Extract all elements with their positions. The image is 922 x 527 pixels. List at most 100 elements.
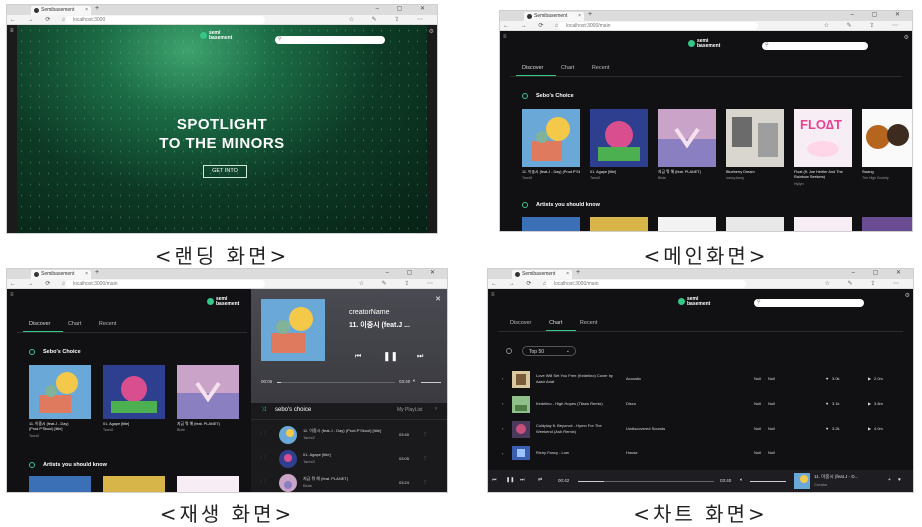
tab-actions[interactable] [9, 7, 27, 20]
chevron-right-icon[interactable]: › [502, 451, 503, 456]
tab-actions[interactable] [9, 271, 27, 284]
url-field[interactable]: localhost:3000/main [558, 22, 758, 30]
browser-toolbar-icons[interactable]: ☆ ✎ ⇪ ⋯ [824, 22, 906, 29]
new-tab-button[interactable]: + [95, 5, 99, 12]
tab-actions[interactable] [490, 271, 508, 284]
chevron-right-icon[interactable]: › [502, 426, 503, 431]
chart-row[interactable]: › Kedelino - High Hopes (Tilaus Remix) D… [500, 396, 903, 414]
nav-buttons[interactable]: ← → ⟳ ⌂ [491, 280, 552, 287]
menu-icon[interactable]: ≡ [10, 28, 14, 34]
close-tab-icon[interactable]: × [578, 13, 581, 19]
chevron-right-icon[interactable]: › [502, 376, 503, 381]
artist-thumb[interactable] [794, 217, 852, 231]
settings-icon[interactable]: ⚙ [904, 34, 909, 41]
get-into-button[interactable]: GET INTO [203, 165, 247, 178]
settings-icon[interactable]: ⚙ [429, 28, 434, 35]
drag-handle-icon[interactable]: ⋮⋮ [259, 454, 267, 459]
add-icon[interactable]: + [888, 477, 891, 483]
tab-discover[interactable]: Discover [522, 65, 543, 71]
shuffle-icon[interactable]: ⤨ [261, 407, 266, 414]
browser-toolbar-icons[interactable]: ☆ ✎ ⇪ ⋯ [349, 16, 431, 23]
playlist-item[interactable]: ⋮⋮ 01. Agape [title] Tanni2 03:05 ⋮ [251, 448, 447, 470]
search-input[interactable]: ⚲ [762, 42, 868, 50]
browser-tab[interactable]: Semibasement × [31, 270, 91, 279]
drag-handle-icon[interactable]: ⋮⋮ [259, 478, 267, 483]
next-icon[interactable]: ⏭ [520, 477, 525, 483]
heart-icon[interactable]: ♥ [898, 477, 901, 483]
close-tab-icon[interactable]: × [566, 271, 569, 277]
volume-icon[interactable]: 🔈︎ [413, 378, 416, 384]
url-field[interactable]: localhost:3000/main [65, 280, 265, 288]
app-logo[interactable]: semi basement [209, 31, 232, 41]
search-input[interactable]: ⚲ [275, 36, 385, 44]
close-tab-icon[interactable]: × [85, 271, 88, 277]
browser-tab[interactable]: Semibasement × [512, 270, 572, 279]
artist-thumb[interactable] [103, 476, 165, 492]
tab-recent[interactable]: Recent [580, 320, 597, 326]
pause-icon[interactable]: ❚❚ [506, 477, 514, 483]
nav-buttons[interactable]: ← → ⟳ ⌂ [10, 280, 71, 287]
window-controls[interactable]: – ▢ ✕ [851, 11, 908, 18]
close-tab-icon[interactable]: × [85, 7, 88, 13]
tab-chart[interactable]: Chart [561, 65, 574, 71]
heart-icon[interactable]: ♥ [826, 376, 828, 381]
previous-icon[interactable]: ⏮ [492, 477, 497, 483]
artist-thumb[interactable] [726, 217, 784, 231]
drag-handle-icon[interactable]: ⋮⋮ [259, 430, 267, 435]
browser-tab[interactable]: Semibasement × [31, 6, 91, 15]
volume-slider[interactable] [421, 382, 441, 383]
window-controls[interactable]: – ▢ ✕ [376, 5, 433, 12]
volume-icon[interactable]: 🔈︎ [740, 477, 743, 483]
artist-thumb[interactable] [29, 476, 91, 492]
browser-tab[interactable]: Semibasement × [524, 12, 584, 21]
play-icon[interactable]: ▶ [868, 401, 871, 406]
tab-recent[interactable]: Recent [99, 321, 116, 327]
nav-buttons[interactable]: ← → ⟳ ⌂ [503, 22, 564, 29]
chevron-right-icon[interactable]: › [502, 401, 503, 406]
more-icon[interactable]: ⋮ [423, 479, 427, 484]
close-icon[interactable]: ✕ [435, 295, 441, 303]
new-tab-button[interactable]: + [588, 11, 592, 18]
previous-icon[interactable]: ⏮ [355, 353, 361, 361]
chart-row[interactable]: › Coldplay ft. Beyoncé - Hymn For The We… [500, 421, 903, 439]
tab-discover[interactable]: Discover [29, 321, 50, 327]
tab-chart[interactable]: Chart [68, 321, 81, 327]
tab-actions[interactable] [502, 13, 520, 26]
window-controls[interactable]: – ▢ ✕ [386, 269, 443, 276]
volume-slider[interactable] [750, 481, 786, 482]
tab-recent[interactable]: Recent [592, 65, 609, 71]
url-field[interactable]: localhost:3000 [65, 16, 265, 24]
refresh-icon[interactable] [506, 348, 512, 354]
browser-toolbar-icons[interactable]: ☆ ✎ ⇪ ⋯ [359, 280, 441, 287]
play-icon[interactable]: ▶ [868, 426, 871, 431]
chevron-right-icon[interactable]: › [435, 406, 437, 412]
tab-chart[interactable]: Chart [549, 320, 562, 326]
heart-icon[interactable]: ♥ [826, 426, 828, 431]
more-icon[interactable]: ⋮ [423, 431, 427, 436]
settings-icon[interactable]: ⚙ [905, 292, 910, 299]
progress-track[interactable] [277, 382, 395, 383]
search-input[interactable]: ⚲ [754, 299, 864, 307]
playlist-item[interactable]: ⋮⋮ 지금 뭐 해 (feat. PLANET) Blute 03:24 ⋮ [251, 472, 447, 492]
new-tab-button[interactable]: + [95, 269, 99, 276]
artist-thumb[interactable] [522, 217, 580, 231]
menu-icon[interactable]: ≡ [491, 292, 495, 298]
my-playlist-link[interactable]: My PlayList [397, 407, 423, 413]
artist-thumb[interactable] [862, 217, 912, 231]
playlist-item[interactable]: ⋮⋮ 11. 이중시 (feat.J - Day) (Prod.P'Skool)… [251, 424, 447, 446]
app-logo[interactable]: semi basement [697, 39, 720, 49]
next-icon[interactable]: ⏭ [417, 353, 423, 361]
repeat-icon[interactable]: ⇄ [538, 477, 542, 483]
menu-icon[interactable]: ≡ [503, 34, 507, 40]
artist-thumb[interactable] [590, 217, 648, 231]
artist-thumb[interactable] [658, 217, 716, 231]
play-icon[interactable]: ▶ [868, 376, 871, 381]
new-tab-button[interactable]: + [576, 269, 580, 276]
artist-thumb[interactable] [177, 476, 239, 492]
chart-row[interactable]: › Love Will Set You Free (Kedelino) Cove… [500, 371, 903, 389]
browser-toolbar-icons[interactable]: ☆ ✎ ⇪ ⋯ [825, 280, 907, 287]
heart-icon[interactable]: ♥ [826, 401, 828, 406]
window-controls[interactable]: – ▢ ✕ [852, 269, 909, 276]
more-icon[interactable]: ⋮ [423, 455, 427, 460]
app-logo[interactable]: semi basement [687, 297, 710, 307]
